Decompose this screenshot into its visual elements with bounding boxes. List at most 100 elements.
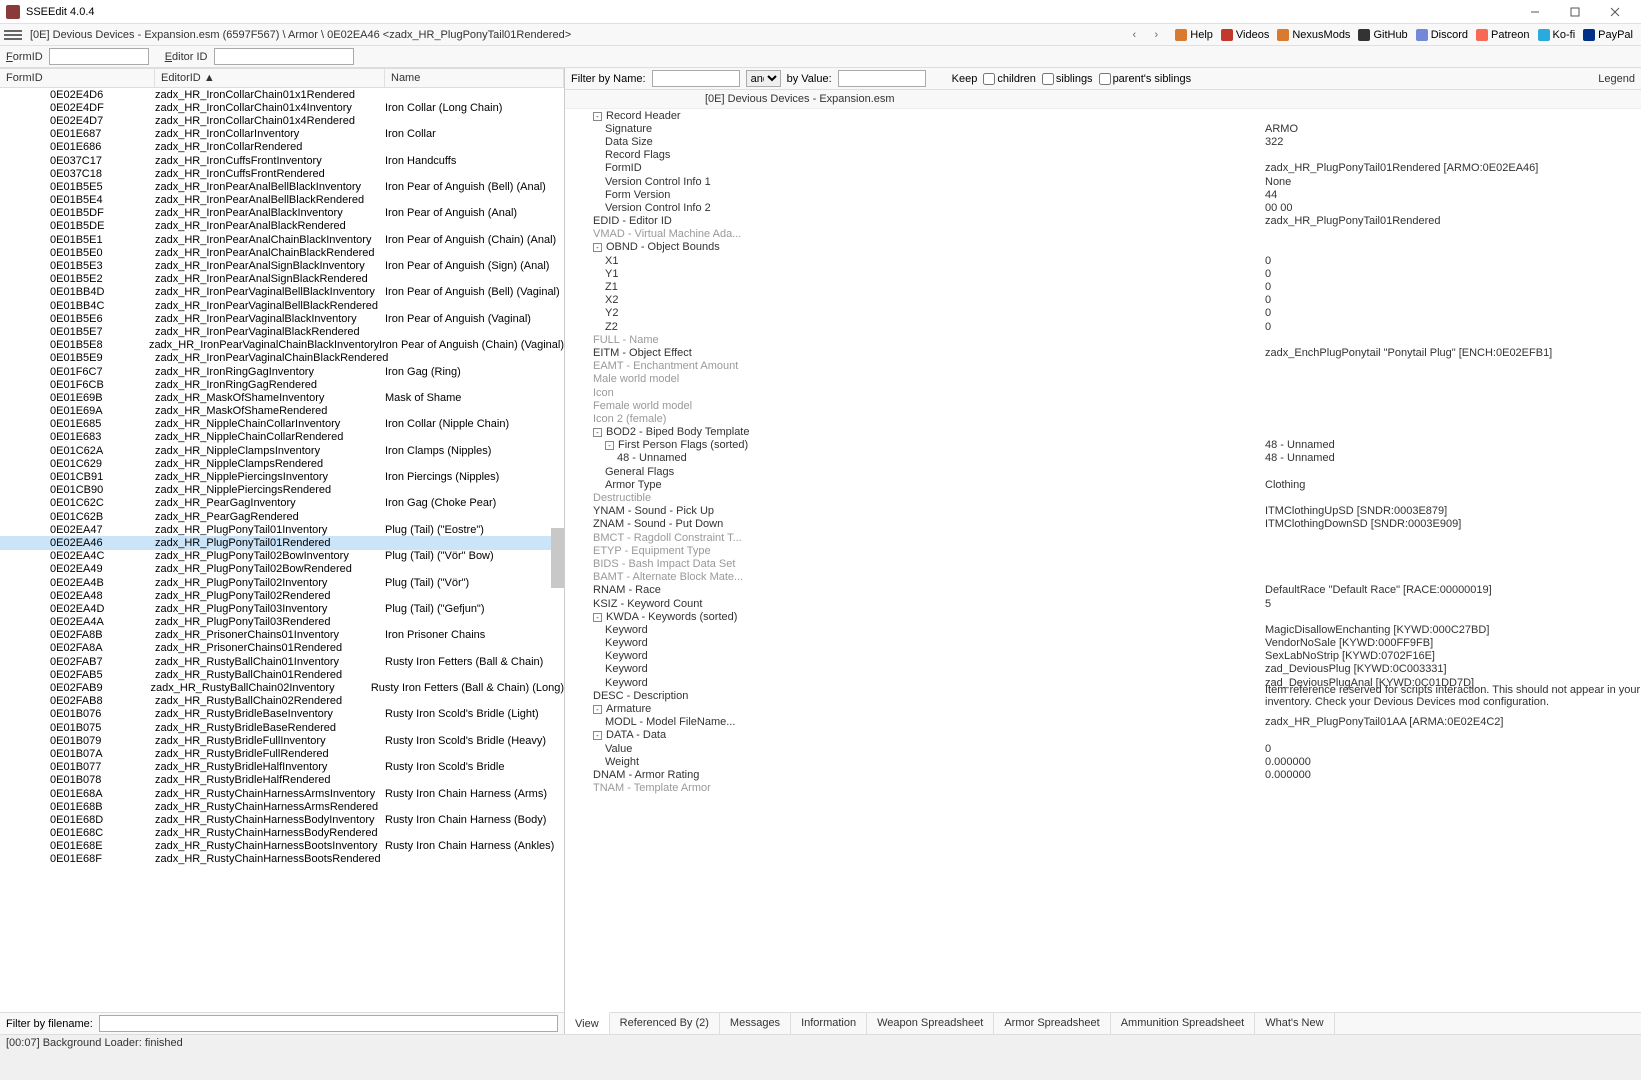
expand-icon[interactable]: - (593, 731, 602, 740)
detail-row[interactable]: Y20 (565, 307, 1641, 320)
detail-row[interactable]: VMAD - Virtual Machine Ada... (565, 228, 1641, 241)
table-row[interactable]: 0E01E68Czadx_HR_RustyChainHarnessBodyRen… (0, 827, 564, 840)
keep-siblings[interactable]: siblings (1042, 73, 1093, 85)
table-row[interactable]: 0E01B5E7zadx_HR_IronPearVaginalBlackRend… (0, 325, 564, 338)
detail-row[interactable]: -OBND - Object Bounds (565, 241, 1641, 254)
tree-scrollbar[interactable] (551, 528, 564, 588)
filter-name-input[interactable] (652, 70, 740, 87)
table-row[interactable]: 0E01B07Azadx_HR_RustyBridleFullRendered (0, 747, 564, 760)
detail-row[interactable]: Female world model (565, 399, 1641, 412)
table-row[interactable]: 0E02EA4Dzadx_HR_PlugPonyTail03InventoryP… (0, 602, 564, 615)
menu-icon[interactable] (4, 26, 22, 44)
table-row[interactable]: 0E01C62Czadx_HR_PearGagInventoryIron Gag… (0, 497, 564, 510)
table-row[interactable]: 0E01B5E3zadx_HR_IronPearAnalSignBlackInv… (0, 259, 564, 272)
table-row[interactable]: 0E01E68Ezadx_HR_RustyChainHarnessBootsIn… (0, 840, 564, 853)
detail-row[interactable]: Record Flags (565, 149, 1641, 162)
table-row[interactable]: 0E02E4D6zadx_HR_IronCollarChain01x1Rende… (0, 88, 564, 101)
detail-row[interactable]: ETYP - Equipment Type (565, 544, 1641, 557)
tab-information[interactable]: Information (791, 1013, 867, 1034)
forward-button[interactable]: › (1145, 24, 1167, 46)
detail-row[interactable]: KSIZ - Keyword Count5 (565, 597, 1641, 610)
table-row[interactable]: 0E02FAB7zadx_HR_RustyBallChain01Inventor… (0, 655, 564, 668)
table-row[interactable]: 0E02FA8Azadx_HR_PrisonerChains01Rendered (0, 642, 564, 655)
table-row[interactable]: 0E01B5E1zadx_HR_IronPearAnalChainBlackIn… (0, 233, 564, 246)
link-github[interactable]: GitHub (1358, 29, 1407, 41)
close-button[interactable] (1595, 0, 1635, 24)
detail-row[interactable]: Version Control Info 1None (565, 175, 1641, 188)
detail-row[interactable]: Male world model (565, 373, 1641, 386)
expand-icon[interactable]: - (593, 613, 602, 622)
detail-row[interactable]: Z20 (565, 320, 1641, 333)
detail-row[interactable]: SignatureARMO (565, 122, 1641, 135)
detail-row[interactable]: EAMT - Enchantment Amount (565, 360, 1641, 373)
col-name[interactable]: Name (385, 69, 564, 87)
table-row[interactable]: 0E02EA4Czadx_HR_PlugPonyTail02BowInvento… (0, 550, 564, 563)
detail-row[interactable]: BMCT - Ragdoll Constraint T... (565, 531, 1641, 544)
formid-input[interactable] (49, 48, 149, 65)
link-help[interactable]: Help (1175, 29, 1213, 41)
table-row[interactable]: 0E01F6C7zadx_HR_IronRingGagInventoryIron… (0, 365, 564, 378)
detail-row[interactable]: EITM - Object Effectzadx_EnchPlugPonytai… (565, 346, 1641, 359)
table-row[interactable]: 0E01B5E2zadx_HR_IronPearAnalSignBlackRen… (0, 273, 564, 286)
table-row[interactable]: 0E01E683zadx_HR_NippleChainCollarRendere… (0, 431, 564, 444)
detail-row[interactable]: Value0 (565, 742, 1641, 755)
table-row[interactable]: 0E02EA4Azadx_HR_PlugPonyTail03Rendered (0, 616, 564, 629)
table-row[interactable]: 0E02FA8Bzadx_HR_PrisonerChains01Inventor… (0, 629, 564, 642)
detail-row[interactable]: RNAM - RaceDefaultRace "Default Race" [R… (565, 584, 1641, 597)
record-tree[interactable]: 0E02E4D6zadx_HR_IronCollarChain01x1Rende… (0, 88, 564, 1012)
table-row[interactable]: 0E01B079zadx_HR_RustyBridleFullInventory… (0, 734, 564, 747)
detail-row[interactable]: KeywordMagicDisallowEnchanting [KYWD:000… (565, 623, 1641, 636)
table-row[interactable]: 0E037C17zadx_HR_IronCuffsFrontInventoryI… (0, 154, 564, 167)
detail-row[interactable]: KeywordVendorNoSale [KYWD:000FF9FB] (565, 637, 1641, 650)
table-row[interactable]: 0E037C18zadx_HR_IronCuffsFrontRendered (0, 167, 564, 180)
tab-referenced-by-[interactable]: Referenced By (2) (610, 1013, 720, 1034)
detail-row[interactable]: Armor TypeClothing (565, 478, 1641, 491)
table-row[interactable]: 0E02EA47zadx_HR_PlugPonyTail01InventoryP… (0, 523, 564, 536)
table-row[interactable]: 0E01B5E5zadx_HR_IronPearAnalBellBlackInv… (0, 180, 564, 193)
detail-row[interactable]: X20 (565, 294, 1641, 307)
detail-row[interactable]: -First Person Flags (sorted)48 - Unnamed (565, 439, 1641, 452)
table-row[interactable]: 0E02E4D7zadx_HR_IronCollarChain01x4Rende… (0, 114, 564, 127)
table-row[interactable]: 0E01BB4Czadx_HR_IronPearVaginalBellBlack… (0, 299, 564, 312)
table-row[interactable]: 0E02FAB5zadx_HR_RustyBallChain01Rendered (0, 668, 564, 681)
table-row[interactable]: 0E01E686zadx_HR_IronCollarRendered (0, 141, 564, 154)
table-row[interactable]: 0E02EA4Bzadx_HR_PlugPonyTail02InventoryP… (0, 576, 564, 589)
detail-row[interactable]: KeywordSexLabNoStrip [KYWD:0702F16E] (565, 650, 1641, 663)
table-row[interactable]: 0E01B076zadx_HR_RustyBridleBaseInventory… (0, 708, 564, 721)
table-row[interactable]: 0E01B5E8zadx_HR_IronPearVaginalChainBlac… (0, 339, 564, 352)
detail-row[interactable]: TNAM - Template Armor (565, 782, 1641, 795)
tab-what-s-new[interactable]: What's New (1255, 1013, 1334, 1034)
table-row[interactable]: 0E01BB4Dzadx_HR_IronPearVaginalBellBlack… (0, 286, 564, 299)
detail-row[interactable]: ZNAM - Sound - Put DownITMClothingDownSD… (565, 518, 1641, 531)
detail-row[interactable]: Icon (565, 386, 1641, 399)
filter-value-input[interactable] (838, 70, 926, 87)
detail-view[interactable]: [0E] Devious Devices - Expansion.esm -Re… (565, 90, 1641, 1012)
detail-row[interactable]: BAMT - Alternate Block Mate... (565, 571, 1641, 584)
link-paypal[interactable]: PayPal (1583, 29, 1633, 41)
link-discord[interactable]: Discord (1416, 29, 1468, 41)
back-button[interactable]: ‹ (1123, 24, 1145, 46)
keep-parents[interactable]: parent's siblings (1099, 73, 1192, 85)
table-row[interactable]: 0E01E68Dzadx_HR_RustyChainHarnessBodyInv… (0, 813, 564, 826)
table-row[interactable]: 0E01F6CBzadx_HR_IronRingGagRendered (0, 378, 564, 391)
table-row[interactable]: 0E01B5E4zadx_HR_IronPearAnalBellBlackRen… (0, 194, 564, 207)
col-editorid[interactable]: EditorID ▲ (155, 69, 385, 87)
detail-row[interactable]: DESC - DescriptionItem reference reserve… (565, 689, 1641, 702)
expand-icon[interactable]: - (593, 428, 602, 437)
editorid-input[interactable] (214, 48, 354, 65)
table-row[interactable]: 0E01CB90zadx_HR_NipplePiercingsRendered (0, 484, 564, 497)
detail-row[interactable]: Data Size322 (565, 135, 1641, 148)
table-row[interactable]: 0E01E685zadx_HR_NippleChainCollarInvento… (0, 418, 564, 431)
detail-row[interactable]: Z10 (565, 280, 1641, 293)
table-row[interactable]: 0E01E687zadx_HR_IronCollarInventoryIron … (0, 128, 564, 141)
table-row[interactable]: 0E01E69Bzadx_HR_MaskOfShameInventoryMask… (0, 391, 564, 404)
detail-row[interactable]: 48 - Unnamed48 - Unnamed (565, 452, 1641, 465)
tab-weapon-spreadsheet[interactable]: Weapon Spreadsheet (867, 1013, 994, 1034)
table-row[interactable]: 0E01CB91zadx_HR_NipplePiercingsInventory… (0, 470, 564, 483)
detail-row[interactable]: Version Control Info 200 00 (565, 201, 1641, 214)
table-row[interactable]: 0E01E68Bzadx_HR_RustyChainHarnessArmsRen… (0, 800, 564, 813)
link-patreon[interactable]: Patreon (1476, 29, 1530, 41)
detail-row[interactable]: -BOD2 - Biped Body Template (565, 426, 1641, 439)
table-row[interactable]: 0E02EA46zadx_HR_PlugPonyTail01Rendered (0, 536, 564, 549)
detail-row[interactable]: Y10 (565, 267, 1641, 280)
